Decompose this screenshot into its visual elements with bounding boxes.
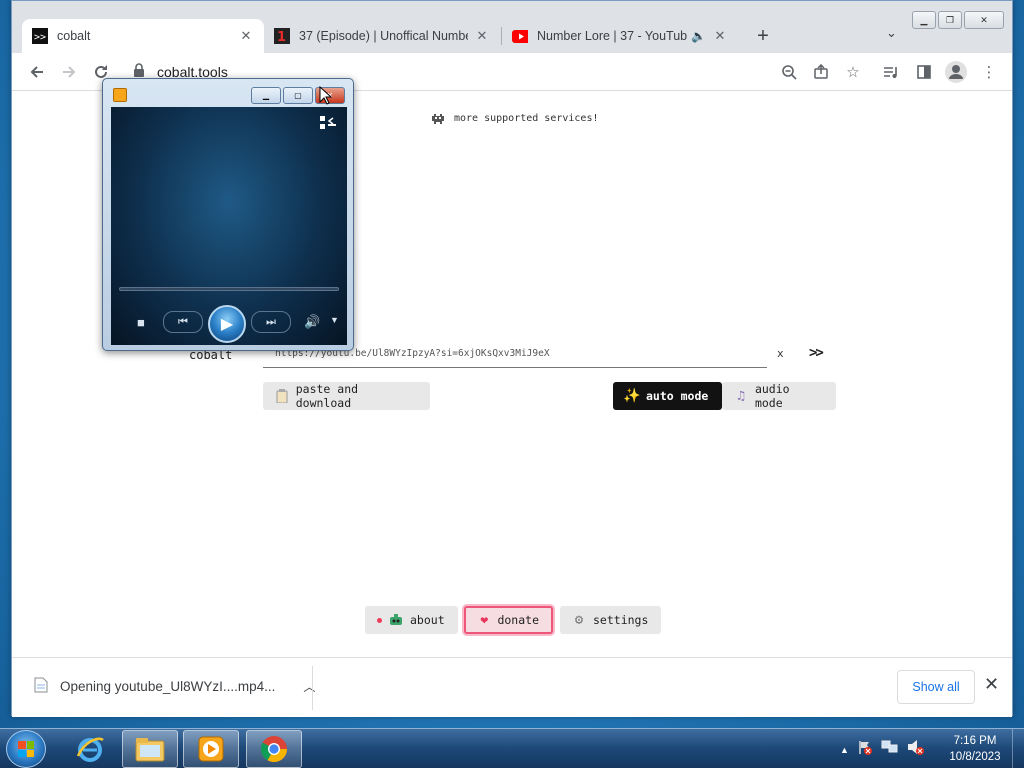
- auto-mode-button[interactable]: ✨ auto mode: [613, 382, 722, 410]
- player-video-area[interactable]: ■ ⏮ ▶ ⏭ 🔊 ▼: [111, 107, 347, 345]
- close-tab-icon[interactable]: ✕: [712, 28, 728, 44]
- download-item-label: Opening youtube_Ul8WYzI....mp4...: [60, 679, 276, 694]
- switch-to-library-icon[interactable]: [319, 115, 337, 131]
- menu-icon[interactable]: ⋮: [978, 61, 1000, 83]
- speaker-icon[interactable]: 🔈: [691, 29, 706, 43]
- action-center-flag-icon[interactable]: [857, 739, 873, 760]
- tab-title: Number Lore | 37 - YouTube: [537, 29, 688, 43]
- network-icon[interactable]: [881, 739, 899, 760]
- svg-text:>>: >>: [34, 32, 46, 43]
- alien-icon: [389, 613, 403, 627]
- clock[interactable]: 7:16 PM 10/8/2023: [940, 733, 1010, 765]
- tab-number-lore-wiki[interactable]: 1 37 (Episode) | Unoffical Number Lore ✕: [264, 19, 500, 53]
- download-bar: Opening youtube_Ul8WYzI....mp4... ︿ Show…: [12, 657, 1012, 717]
- wiki-icon: 1: [274, 28, 290, 44]
- player-minimize-button[interactable]: ▁: [251, 87, 281, 104]
- mouse-cursor-icon: [319, 86, 333, 105]
- clock-date: 10/8/2023: [949, 751, 1001, 763]
- gear-icon: ⚙: [574, 612, 584, 628]
- window-controls: ▁ ❐ ✕: [912, 11, 1004, 29]
- youtube-icon: [512, 28, 528, 44]
- system-tray: ▲: [840, 739, 925, 760]
- profile-icon[interactable]: [945, 61, 967, 83]
- file-icon: [34, 677, 48, 696]
- media-player-icon[interactable]: [183, 730, 239, 768]
- tab-strip: >> cobalt ✕ 1 37 (Episode) | Unoffical N…: [12, 1, 1012, 53]
- sparkles-icon: ✨: [623, 388, 641, 404]
- clear-input-button[interactable]: x: [777, 347, 784, 360]
- play-icon[interactable]: ▶: [208, 305, 246, 343]
- donate-button[interactable]: ❤ donate: [464, 606, 553, 634]
- audio-mode-label: audio mode: [754, 382, 790, 410]
- back-icon[interactable]: [26, 61, 48, 83]
- download-item[interactable]: Opening youtube_Ul8WYzI....mp4... ︿: [34, 677, 315, 696]
- file-explorer-icon[interactable]: [122, 730, 178, 768]
- close-download-bar-icon[interactable]: ✕: [984, 674, 999, 695]
- show-all-button[interactable]: Show all: [897, 670, 975, 704]
- media-player-window[interactable]: ▁ ▢ ✕ ■ ⏮ ▶ ⏭ 🔊 ▼: [102, 78, 354, 351]
- bookmark-star-icon[interactable]: ☆: [842, 61, 864, 83]
- volume-icon[interactable]: 🔊: [304, 314, 320, 330]
- clipboard-icon: [275, 389, 289, 403]
- chrome-icon[interactable]: [246, 730, 302, 768]
- new-tab-button[interactable]: +: [752, 25, 774, 48]
- taskbar: ▲ 7:16 PM 10/8/2023: [0, 728, 1024, 768]
- close-tab-icon[interactable]: ✕: [238, 28, 254, 44]
- paste-and-download-button[interactable]: paste and download: [263, 382, 430, 410]
- close-tab-icon[interactable]: ✕: [474, 28, 490, 44]
- next-icon[interactable]: ⏭: [251, 311, 291, 333]
- audio-mode-button[interactable]: ♫ audio mode: [722, 382, 836, 410]
- minimize-button[interactable]: ▁: [912, 11, 936, 29]
- seek-bar[interactable]: [119, 287, 339, 291]
- tab-cobalt[interactable]: >> cobalt ✕: [22, 19, 264, 53]
- tab-title: 37 (Episode) | Unoffical Number Lore: [299, 29, 468, 43]
- maximize-button[interactable]: ❐: [938, 11, 962, 29]
- music-notes-icon: ♫: [737, 388, 745, 404]
- download-go-button[interactable]: >>: [809, 345, 824, 361]
- volume-dropdown-icon[interactable]: ▼: [330, 315, 339, 325]
- previous-icon[interactable]: ⏮: [163, 311, 203, 333]
- player-controls: ■ ⏮ ▶ ⏭ 🔊 ▼: [111, 303, 347, 343]
- about-button[interactable]: about: [365, 606, 458, 634]
- clock-time: 7:16 PM: [953, 735, 997, 747]
- forward-icon[interactable]: [58, 61, 80, 83]
- show-hidden-icons-chevron-icon[interactable]: ▲: [840, 745, 849, 755]
- player-maximize-button[interactable]: ▢: [283, 87, 313, 104]
- settings-button[interactable]: ⚙ settings: [560, 606, 661, 634]
- notification-dot-icon: [377, 617, 382, 623]
- stop-icon[interactable]: ■: [137, 315, 145, 330]
- tab-title: cobalt: [57, 29, 91, 43]
- chevron-up-icon[interactable]: ︿: [303, 678, 315, 695]
- auto-mode-label: auto mode: [646, 389, 709, 403]
- about-label: about: [410, 613, 445, 627]
- heart-icon: ❤: [480, 612, 489, 628]
- settings-label: settings: [593, 613, 649, 627]
- close-window-button[interactable]: ✕: [964, 11, 1004, 29]
- share-icon[interactable]: [810, 61, 832, 83]
- zoom-icon[interactable]: [778, 61, 800, 83]
- divider: [312, 666, 313, 710]
- internet-explorer-icon[interactable]: [62, 730, 118, 768]
- tab-search-chevron-icon[interactable]: ⌄: [886, 25, 897, 41]
- media-control-icon[interactable]: [880, 61, 902, 83]
- show-desktop-button[interactable]: [1012, 729, 1024, 768]
- start-button[interactable]: [6, 730, 46, 768]
- invader-icon: [432, 113, 444, 124]
- media-player-icon: [113, 88, 127, 102]
- windows-logo-icon: [18, 741, 34, 757]
- svg-text:1: 1: [277, 30, 286, 44]
- donate-label: donate: [497, 613, 539, 627]
- side-panel-icon[interactable]: [913, 61, 935, 83]
- tab-youtube[interactable]: Number Lore | 37 - YouTube 🔈 ✕: [502, 19, 738, 53]
- volume-muted-icon[interactable]: [907, 739, 925, 760]
- cobalt-icon: >>: [32, 28, 48, 44]
- services-text: more supported services!: [454, 113, 599, 124]
- paste-label: paste and download: [295, 382, 359, 410]
- supported-services-link[interactable]: more supported services!: [432, 113, 599, 124]
